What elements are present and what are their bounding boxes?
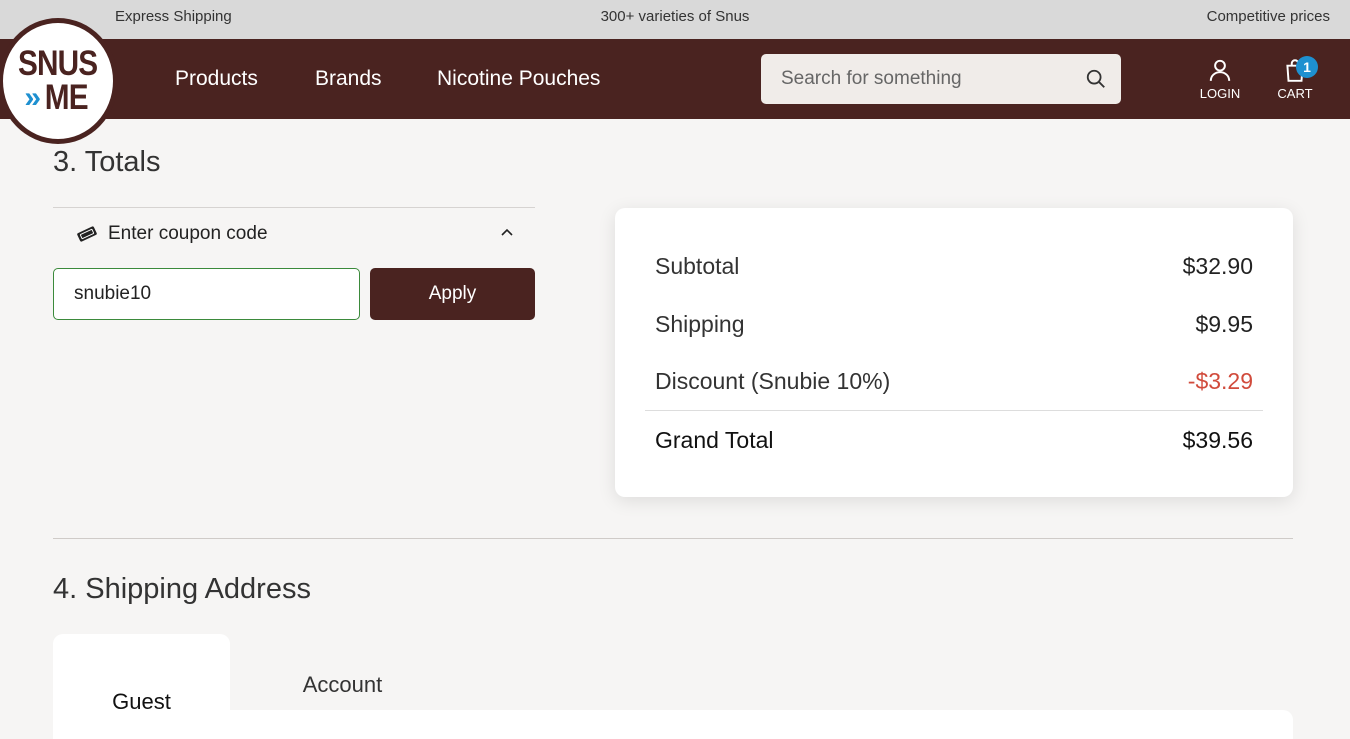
ticket-icon (77, 226, 97, 242)
shipping-row: Shipping $9.95 (655, 311, 1253, 338)
nav-products[interactable]: Products (175, 39, 258, 119)
tab-guest[interactable]: Guest (53, 634, 230, 739)
discount-row: Discount (Snubie 10%) -$3.29 (655, 368, 1253, 395)
section-divider (53, 538, 1293, 539)
user-icon (1209, 59, 1231, 81)
logo-text-snus: SNUS (18, 44, 98, 83)
login-label: LOGIN (1199, 86, 1241, 101)
logo-text-me: ME (44, 78, 89, 117)
search-icon[interactable] (1085, 68, 1107, 90)
discount-label: Discount (Snubie 10%) (655, 368, 891, 394)
totals-section-title: 3. Totals (53, 146, 161, 178)
cart-button[interactable]: CART 1 (1275, 56, 1318, 101)
subtotal-row: Subtotal $32.90 (655, 253, 1253, 280)
site-header: Products Brands Nicotine Pouches LOGIN C… (0, 39, 1350, 119)
discount-value: -$3.29 (1187, 368, 1253, 394)
search-bar (761, 54, 1121, 104)
subtotal-label: Subtotal (655, 253, 740, 279)
shipping-form-panel (230, 710, 1293, 739)
chevron-up-icon[interactable] (499, 225, 515, 241)
tab-account[interactable]: Account (230, 634, 455, 710)
coupon-toggle[interactable]: Enter coupon code (53, 207, 535, 259)
announcement-bar: Express Shipping 300+ varieties of Snus … (0, 0, 1350, 39)
coupon-label: Enter coupon code (108, 223, 268, 244)
grand-total-value: $39.56 (1182, 427, 1253, 453)
cart-label: CART (1277, 86, 1313, 101)
logo-chevrons: » (24, 81, 40, 114)
grand-total-row: Grand Total $39.56 (655, 427, 1253, 454)
shipping-section-title: 4. Shipping Address (53, 573, 311, 605)
order-totals-card: Subtotal $32.90 Shipping $9.95 Discount … (615, 208, 1293, 497)
grand-total-label: Grand Total (655, 427, 774, 453)
shipping-label: Shipping (655, 311, 745, 337)
subtotal-value: $32.90 (1182, 253, 1253, 279)
login-button[interactable]: LOGIN (1200, 57, 1240, 101)
nav-nicotine-pouches[interactable]: Nicotine Pouches (437, 39, 600, 119)
shipping-value: $9.95 (1195, 311, 1253, 337)
search-input[interactable] (761, 68, 1061, 90)
announcement-varieties: 300+ varieties of Snus (600, 8, 750, 25)
coupon-code-input[interactable] (53, 268, 360, 320)
nav-brands[interactable]: Brands (315, 39, 382, 119)
totals-divider (645, 410, 1263, 411)
apply-coupon-button[interactable]: Apply (370, 268, 535, 320)
announcement-prices: Competitive prices (1206, 8, 1330, 25)
cart-count-badge: 1 (1296, 56, 1318, 78)
site-logo[interactable]: SNUS » ME (0, 18, 118, 144)
